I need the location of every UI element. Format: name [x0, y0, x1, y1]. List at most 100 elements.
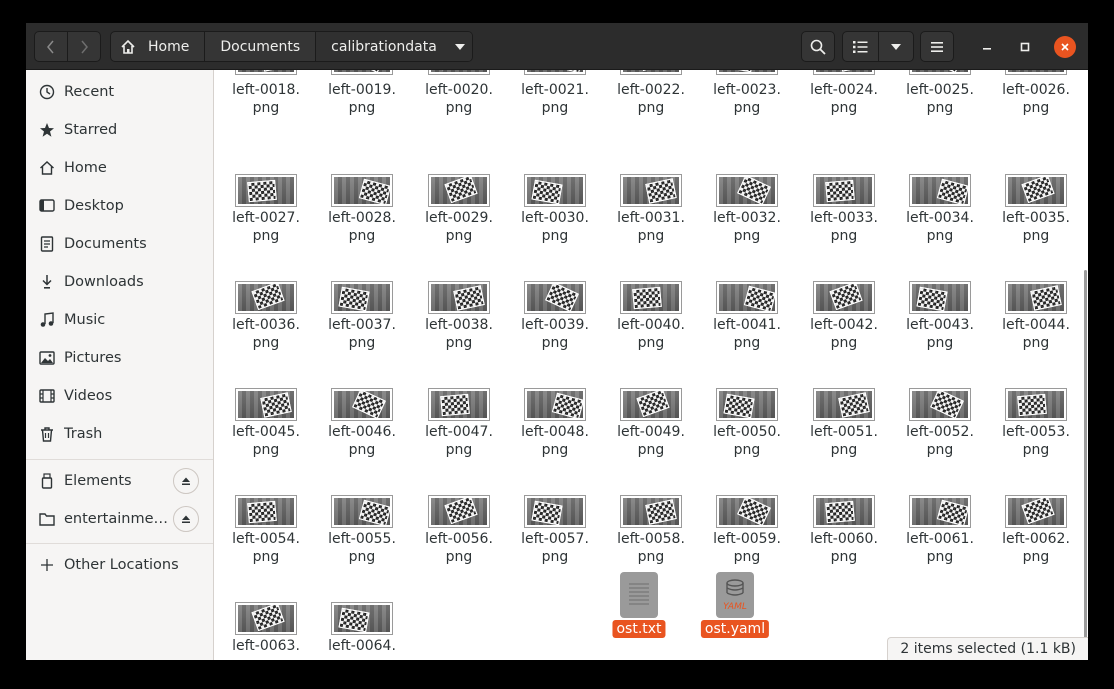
file-item[interactable]: left-0036. png — [223, 281, 309, 381]
sidebar-item-documents[interactable]: Documents — [26, 225, 213, 263]
sidebar-item-label: Trash — [64, 426, 103, 442]
sidebar-item-starred[interactable]: Starred — [26, 111, 213, 149]
minimize-button[interactable] — [976, 36, 998, 58]
sidebar-item-videos[interactable]: Videos — [26, 377, 213, 415]
file-item[interactable]: left-0026. png — [993, 70, 1079, 168]
eject-button[interactable] — [173, 506, 199, 532]
file-item[interactable]: left-0050. png — [704, 388, 790, 488]
forward-button[interactable] — [67, 32, 100, 61]
image-thumbnail — [813, 174, 875, 207]
file-item[interactable]: left-0039. png — [512, 281, 598, 381]
list-view-button[interactable] — [843, 32, 878, 61]
search-button[interactable] — [801, 31, 835, 62]
file-item[interactable]: left-0053. png — [993, 388, 1079, 488]
file-item[interactable]: left-0046. png — [319, 388, 405, 488]
image-thumbnail — [235, 70, 297, 75]
file-item[interactable]: left-0061. png — [897, 495, 983, 595]
file-name: left-0054. png — [232, 531, 300, 565]
image-thumbnail — [716, 495, 778, 528]
maximize-button[interactable] — [1014, 36, 1036, 58]
file-item[interactable]: left-0055. png — [319, 495, 405, 595]
file-name: left-0055. png — [328, 531, 396, 565]
file-item[interactable]: left-0056. png — [416, 495, 502, 595]
image-thumbnail — [1005, 495, 1067, 528]
file-item[interactable]: left-0052. png — [897, 388, 983, 488]
chevron-right-icon — [81, 40, 88, 53]
file-name: left-0056. png — [425, 531, 493, 565]
file-item[interactable]: left-0028. png — [319, 174, 405, 274]
file-item[interactable]: left-0042. png — [801, 281, 887, 381]
file-item[interactable]: left-0020. png — [416, 70, 502, 168]
checkerboard-image — [1030, 284, 1062, 311]
eject-button[interactable] — [173, 468, 199, 494]
file-item[interactable]: left-0038. png — [416, 281, 502, 381]
path-current-folder-button[interactable]: calibrationdata — [316, 32, 472, 61]
file-item[interactable]: left-0040. png — [608, 281, 694, 381]
checkerboard-image — [736, 498, 771, 525]
image-thumbnail — [716, 281, 778, 314]
sidebar-item-trash[interactable]: Trash — [26, 415, 213, 453]
sidebar-item-recent[interactable]: Recent — [26, 73, 213, 111]
file-item-ost-txt[interactable]: ost.txt — [596, 70, 682, 638]
image-thumbnail — [813, 70, 875, 75]
file-item[interactable]: left-0027. png — [223, 174, 309, 274]
image-thumbnail — [620, 388, 682, 421]
path-documents-button[interactable]: Documents — [205, 32, 317, 61]
checkerboard-image — [744, 286, 775, 311]
usb-drive-icon — [38, 472, 56, 490]
file-item[interactable]: left-0018. png — [223, 70, 309, 168]
file-item[interactable]: left-0035. png — [993, 174, 1079, 274]
sidebar-item-other-locations[interactable]: Other Locations — [26, 546, 213, 584]
file-item[interactable]: left-0051. png — [801, 388, 887, 488]
view-options-dropdown[interactable] — [877, 32, 914, 61]
file-item[interactable]: left-0060. png — [801, 495, 887, 595]
file-item[interactable]: left-0029. png — [416, 174, 502, 274]
checkerboard-image — [552, 70, 583, 72]
sidebar-item-home[interactable]: Home — [26, 149, 213, 187]
image-thumbnail — [716, 388, 778, 421]
file-item[interactable]: left-0034. png — [897, 174, 983, 274]
scrollbar[interactable] — [1084, 270, 1087, 650]
file-item[interactable]: left-0064. png — [319, 602, 405, 660]
checkerboard-image — [453, 284, 485, 311]
sidebar-item-pictures[interactable]: Pictures — [26, 339, 213, 377]
checkerboard-image — [260, 70, 292, 72]
checkerboard-image — [444, 498, 478, 525]
sidebar-item-elements[interactable]: Elements — [26, 462, 213, 500]
file-name: ost.txt — [612, 620, 666, 638]
file-item[interactable]: left-0041. png — [704, 281, 790, 381]
file-item[interactable]: left-0045. png — [223, 388, 309, 488]
file-item[interactable]: left-0030. png — [512, 174, 598, 274]
sidebar-item-desktop[interactable]: Desktop — [26, 187, 213, 225]
file-item[interactable]: left-0047. png — [416, 388, 502, 488]
file-item[interactable]: left-0019. png — [319, 70, 405, 168]
file-item-ost-yaml[interactable]: YAML ost.yaml — [692, 70, 778, 638]
file-item[interactable]: left-0037. png — [319, 281, 405, 381]
file-item[interactable]: left-0063. png — [223, 602, 309, 660]
sidebar-item-entertainment[interactable]: entertainme… — [26, 500, 213, 538]
sidebar-item-label: Recent — [64, 84, 115, 100]
sidebar-item-music[interactable]: Music — [26, 301, 213, 339]
close-button[interactable] — [1054, 36, 1076, 58]
checkerboard-image — [251, 605, 285, 632]
file-item[interactable]: left-0054. png — [223, 495, 309, 595]
sidebar-item-label: Documents — [64, 236, 147, 252]
sidebar-item-downloads[interactable]: Downloads — [26, 263, 213, 301]
file-item[interactable]: left-0024. png — [801, 70, 887, 168]
image-thumbnail — [813, 388, 875, 421]
back-button[interactable] — [35, 32, 67, 61]
file-item[interactable]: left-0049. png — [608, 388, 694, 488]
image-thumbnail — [524, 495, 586, 528]
file-item[interactable]: left-0044. png — [993, 281, 1079, 381]
file-item[interactable]: left-0043. png — [897, 281, 983, 381]
checkerboard-image — [1021, 177, 1055, 204]
file-item[interactable]: left-0025. png — [897, 70, 983, 168]
file-item[interactable]: left-0057. png — [512, 495, 598, 595]
file-item[interactable]: left-0062. png — [993, 495, 1079, 595]
file-item[interactable]: left-0048. png — [512, 388, 598, 488]
file-item[interactable]: left-0021. png — [512, 70, 598, 168]
file-item[interactable]: left-0033. png — [801, 174, 887, 274]
menu-button[interactable] — [920, 31, 954, 62]
star-icon — [38, 121, 56, 139]
path-home-button[interactable]: Home — [111, 32, 206, 61]
